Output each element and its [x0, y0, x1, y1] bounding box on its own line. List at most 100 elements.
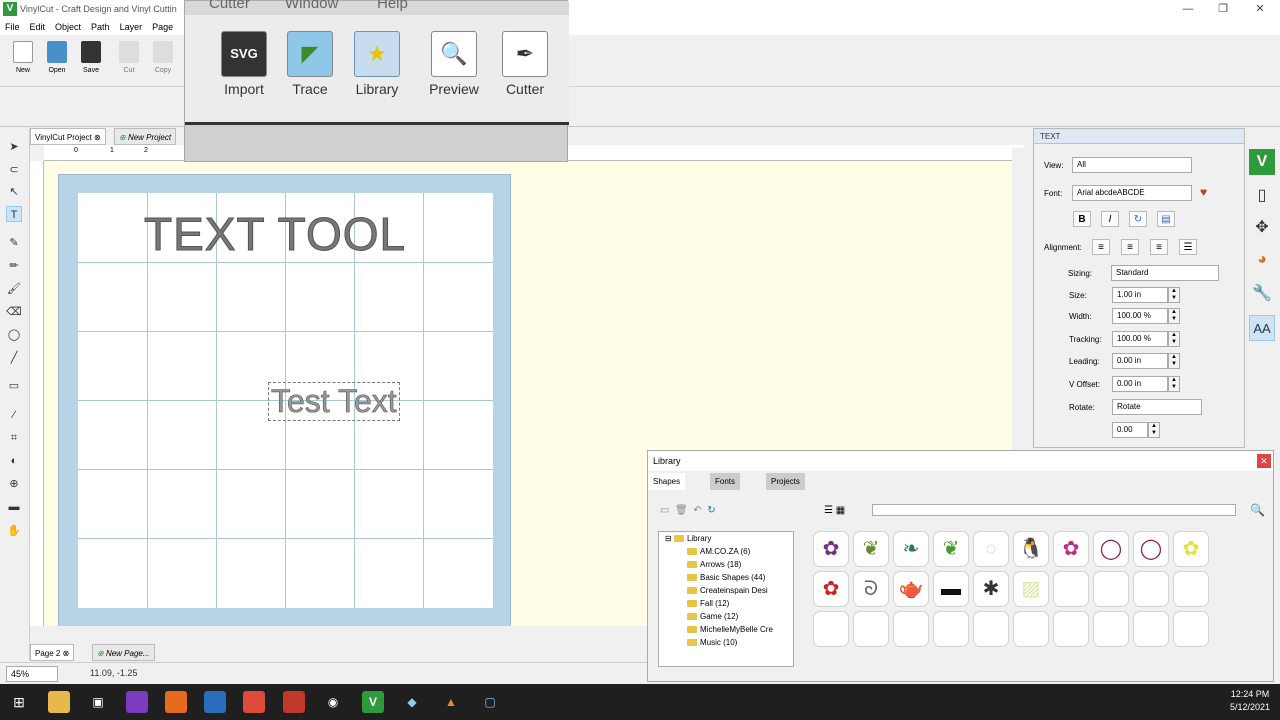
shape-thumbnail[interactable]: ▬ — [933, 571, 969, 607]
minimize-button[interactable]: — — [1170, 0, 1206, 18]
palette-icon[interactable]: ◕ — [1249, 247, 1275, 273]
size-input[interactable]: 1.00 in — [1112, 287, 1168, 303]
menu-help[interactable]: Help — [377, 0, 408, 12]
shape-thumbnail[interactable]: ✿ — [813, 531, 849, 567]
view-select[interactable]: All — [1072, 157, 1192, 173]
measure-tool-icon[interactable]: ▬ — [6, 499, 22, 515]
tab-fonts[interactable]: Fonts — [710, 473, 741, 490]
pencil-tool-icon[interactable]: ✏ — [6, 258, 22, 274]
shape-thumbnail[interactable] — [1133, 571, 1169, 607]
vinylcut-logo-icon[interactable]: V — [1249, 149, 1275, 175]
line-tool-icon[interactable]: ╱ — [6, 350, 22, 366]
shape-thumbnail[interactable]: ○ — [973, 531, 1009, 567]
tree-folder[interactable]: Music (10) — [687, 638, 737, 647]
system-clock[interactable]: 12:24 PM 5/12/2021 — [1230, 688, 1270, 714]
shape-thumbnail[interactable]: ✿ — [813, 571, 849, 607]
align-center-icon[interactable]: ≡ — [1121, 239, 1139, 255]
select-tool-icon[interactable]: ➤ — [6, 139, 22, 155]
tree-folder[interactable]: Arrows (18) — [687, 560, 741, 569]
node-tool-icon[interactable]: ↖ — [6, 184, 22, 200]
menu-layer[interactable]: Layer — [115, 22, 148, 32]
text-frame-icon[interactable]: ▤ — [1157, 211, 1175, 227]
zoom-select[interactable]: 45% — [6, 666, 58, 682]
firefox-icon[interactable] — [165, 691, 187, 713]
tree-folder[interactable]: Game (12) — [687, 612, 738, 621]
shape-thumbnail[interactable] — [853, 611, 889, 647]
menu-cutter[interactable]: Cutter — [209, 0, 250, 12]
shape-thumbnail[interactable]: 🐧 — [1013, 531, 1049, 567]
bold-button[interactable]: B — [1073, 211, 1091, 227]
document-icon[interactable]: ▯ — [1249, 183, 1275, 209]
tree-root[interactable]: ⊟ Library — [665, 534, 711, 543]
text-panel-icon[interactable]: AA — [1249, 315, 1275, 341]
wrench-icon[interactable]: 🔧 — [1249, 281, 1275, 307]
shape-thumbnail[interactable] — [1133, 611, 1169, 647]
shape-thumbnail[interactable] — [1053, 611, 1089, 647]
text-tool-icon[interactable]: T — [6, 206, 22, 222]
tracking-stepper[interactable]: ▲ ▼ — [1168, 331, 1180, 347]
tab-new-page[interactable]: ⊕ New Page... — [92, 644, 155, 661]
align-right-icon[interactable]: ≡ — [1150, 239, 1168, 255]
library-button[interactable]: ★ Library — [345, 31, 409, 97]
search-icon[interactable]: 🔍 — [1250, 503, 1265, 517]
view-mode-icons[interactable]: ☰ ▦ — [824, 505, 845, 516]
tree-folder[interactable]: Fall (12) — [687, 599, 729, 608]
hand-tool-icon[interactable]: ✋ — [6, 523, 22, 539]
close-icon[interactable]: ⊗ — [63, 649, 70, 658]
library-action-icons[interactable]: ▭ 🗑 ↶ ↻ — [660, 505, 716, 516]
rotate-stepper[interactable]: ▲ ▼ — [1148, 422, 1160, 438]
shape-thumbnail[interactable] — [973, 611, 1009, 647]
app-icon-blue[interactable]: ◆ — [401, 691, 423, 713]
app-icon-red[interactable] — [283, 691, 305, 713]
tab-new-project[interactable]: ⊕ New Project — [114, 128, 177, 145]
contour-tool-icon[interactable]: ◐ — [6, 453, 22, 469]
store-icon[interactable]: ▣ — [87, 691, 109, 713]
menu-object[interactable]: Object — [50, 22, 86, 32]
width-stepper[interactable]: ▲ ▼ — [1168, 308, 1180, 324]
voffset-stepper[interactable]: ▲ ▼ — [1168, 376, 1180, 392]
shape-thumbnail[interactable] — [933, 611, 969, 647]
shape-thumbnail[interactable]: ✿ — [1053, 531, 1089, 567]
leading-input[interactable]: 0.00 in — [1112, 353, 1168, 369]
preview-button[interactable]: 🔍 Preview — [422, 31, 486, 97]
shape-thumbnail[interactable] — [813, 611, 849, 647]
tree-folder[interactable]: Basic Shapes (44) — [687, 573, 765, 582]
font-select[interactable]: Arial abcdeABCDE — [1072, 185, 1192, 201]
new-button[interactable]: New — [7, 41, 39, 74]
move-icon[interactable]: ✥ — [1249, 215, 1275, 241]
shape-thumbnail[interactable]: ❦ — [853, 531, 889, 567]
tree-folder[interactable]: Createinspain Desi — [687, 586, 768, 595]
rectangle-tool-icon[interactable]: ▭ — [6, 378, 22, 394]
eraser-tool-icon[interactable]: ⌫ — [6, 304, 22, 320]
vinylcut-taskbar-icon[interactable]: V — [362, 691, 384, 713]
shape-thumbnail[interactable] — [1093, 571, 1129, 607]
shape-thumbnail[interactable]: ᘐ — [853, 571, 889, 607]
shape-thumbnail[interactable]: ✿ — [1173, 531, 1209, 567]
library-close-icon[interactable]: ✕ — [1257, 454, 1271, 468]
shape-thumbnail[interactable]: ❧ — [893, 531, 929, 567]
tab-shapes[interactable]: Shapes — [648, 473, 686, 490]
cut-button[interactable]: Cut — [113, 41, 145, 74]
align-left-icon[interactable]: ≡ — [1092, 239, 1110, 255]
library-search-input[interactable] — [872, 504, 1236, 516]
text-object-selected[interactable]: Test Text — [268, 382, 400, 421]
shape-thumbnail[interactable]: ◯ — [1093, 531, 1129, 567]
shape-thumbnail[interactable] — [1053, 571, 1089, 607]
file-explorer-icon[interactable] — [48, 691, 70, 713]
close-icon[interactable]: ⊗ — [94, 133, 101, 142]
width-input[interactable]: 100.00 % — [1112, 308, 1168, 324]
zoom-tool-icon[interactable]: ⊕ — [6, 476, 22, 492]
maximize-button[interactable]: ❐ — [1205, 0, 1241, 18]
favorite-font-icon[interactable]: ♥ — [1200, 185, 1207, 199]
lasso-tool-icon[interactable]: ⊂ — [6, 162, 22, 178]
tab-page-2[interactable]: Page 2 ⊗ — [30, 644, 75, 661]
app-icon-window[interactable]: ▢ — [479, 691, 501, 713]
crop-tool-icon[interactable]: ⌗ — [6, 430, 22, 446]
shape-thumbnail[interactable]: 🫖 — [893, 571, 929, 607]
refresh-icon[interactable]: ↻ — [1129, 211, 1147, 227]
vlc-icon[interactable]: ▲ — [440, 691, 462, 713]
shape-thumbnail[interactable] — [1173, 571, 1209, 607]
shape-thumbnail[interactable]: ▨ — [1013, 571, 1049, 607]
menu-window[interactable]: Window — [285, 0, 338, 12]
menu-edit[interactable]: Edit — [25, 22, 51, 32]
